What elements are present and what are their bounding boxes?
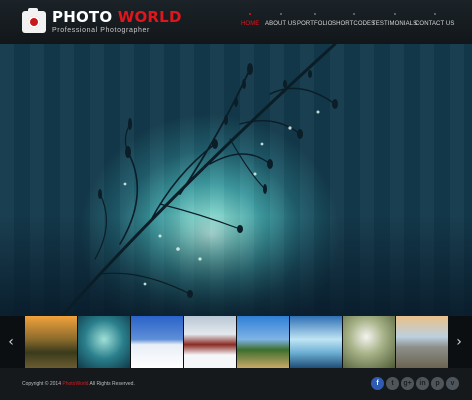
prev-arrow-icon[interactable]: ‹ <box>0 316 22 368</box>
thumbnail-strip: ‹ › <box>0 316 472 368</box>
facebook-icon[interactable]: f <box>371 377 384 390</box>
pinterest-icon[interactable]: p <box>431 377 444 390</box>
site-header: PHOTO WORLD Professional Photographer HO… <box>0 0 472 44</box>
linkedin-icon[interactable]: in <box>416 377 429 390</box>
thumbnail-snow-mountain[interactable] <box>131 316 183 368</box>
thumbnail-iceberg[interactable] <box>290 316 342 368</box>
nav-item-home[interactable]: HOME <box>241 13 259 27</box>
twitter-icon[interactable]: t <box>386 377 399 390</box>
hero-image <box>0 44 472 316</box>
footer-brand-link[interactable]: PhotoWorld <box>62 381 88 387</box>
next-arrow-icon[interactable]: › <box>448 316 470 368</box>
plant-silhouette <box>60 44 338 316</box>
nav-item-testimonials[interactable]: TESTIMONIALS <box>372 13 417 27</box>
thumbnail-sunset-lake[interactable] <box>25 316 77 368</box>
copyright-prefix: Copyright © 2014 <box>22 381 61 387</box>
nav-item-contact-us[interactable]: CONTACT US <box>415 13 454 27</box>
thumbnail-plant[interactable] <box>78 316 130 368</box>
main-nav: HOME ABOUT US PORTFOLIO SHORTCODES TESTI… <box>0 13 472 35</box>
thumbnail-road[interactable] <box>396 316 448 368</box>
google-plus-icon[interactable]: g+ <box>401 377 414 390</box>
thumbnail-dandelion[interactable] <box>343 316 395 368</box>
thumbnail-palm-beach[interactable] <box>237 316 289 368</box>
nav-item-shortcodes[interactable]: SHORTCODES <box>332 13 375 27</box>
vimeo-icon[interactable]: v <box>446 377 459 390</box>
thumbnail-red-house[interactable] <box>184 316 236 368</box>
copyright-text: Copyright © 2014 PhotoWorld All Rights R… <box>22 381 135 387</box>
copyright-suffix: All Rights Reserved. <box>89 381 135 387</box>
nav-item-about-us[interactable]: ABOUT US <box>265 13 296 27</box>
nav-item-portfolio[interactable]: PORTFOLIO <box>297 13 332 27</box>
site-footer: Copyright © 2014 PhotoWorld All Rights R… <box>0 368 472 400</box>
